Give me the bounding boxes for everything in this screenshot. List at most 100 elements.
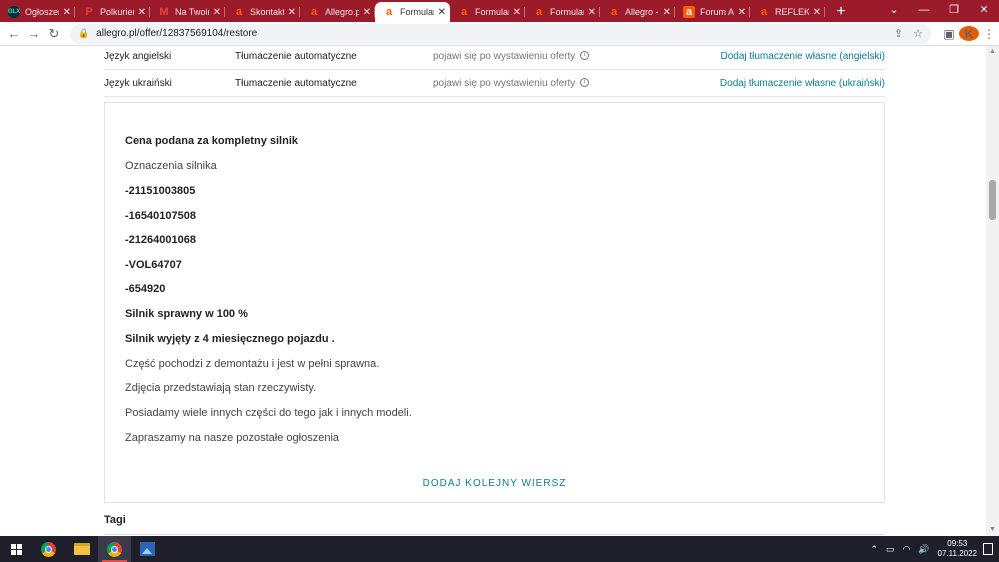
minimize-icon[interactable]: — <box>909 0 939 20</box>
allegro-forum-icon: a <box>683 6 695 18</box>
close-tab-icon[interactable]: ✕ <box>813 7 821 18</box>
olx-icon: OLX <box>8 6 20 18</box>
battery-icon[interactable]: ▭ <box>886 544 895 555</box>
add-row-button[interactable]: DODAJ KOLEJNY WIERSZ <box>105 478 884 489</box>
close-tab-icon[interactable]: ✕ <box>738 7 746 18</box>
clock-time: 09:53 <box>947 539 968 548</box>
description-line[interactable]: Zapraszamy na nasze pozostałe ogłoszenia <box>125 432 339 444</box>
sidebar-icon[interactable]: ▣ <box>939 27 959 41</box>
description-line[interactable]: Część pochodzi z demontażu i jest w pełn… <box>125 358 379 370</box>
description-line[interactable]: -654920 <box>125 283 165 295</box>
browser-tab[interactable]: M Na Twoim ✕ <box>150 2 225 22</box>
windows-logo-icon <box>10 543 22 555</box>
info-icon[interactable]: i <box>580 78 590 88</box>
description-line[interactable]: -VOL64707 <box>125 259 182 271</box>
description-line[interactable]: Oznaczenia silnika <box>125 160 217 172</box>
taskbar-chrome-profile[interactable] <box>98 536 131 562</box>
volume-icon[interactable]: 🔊 <box>918 544 929 555</box>
browser-tab[interactable]: a Skontakt ✕ <box>225 2 300 22</box>
description-line[interactable]: Silnik wyjęty z 4 miesięcznego pojazdu . <box>125 333 335 345</box>
description-line[interactable]: Zdjęcia przedstawiają stan rzeczywisty. <box>125 382 316 394</box>
translation-type: Tłumaczenie automatyczne <box>235 77 357 89</box>
forward-icon[interactable]: → <box>24 26 44 41</box>
address-bar[interactable]: 🔒 allegro.pl/offer/12837569104/restore ⇪… <box>69 23 932 44</box>
lock-icon[interactable]: 🔒 <box>78 28 89 39</box>
browser-tab[interactable]: a Formular ✕ <box>375 2 450 22</box>
system-tray: ⌃ ▭ ◠ 🔊 09:53 07.11.2022 <box>866 539 999 559</box>
translation-row: Język ukraiński Tłumaczenie automatyczne… <box>104 70 885 97</box>
close-tab-icon[interactable]: ✕ <box>663 7 671 18</box>
taskbar-photos[interactable] <box>131 536 164 562</box>
translation-info: pojawi się po wystawieniu oferty i <box>433 78 633 89</box>
add-translation-link[interactable]: Dodaj tłumaczenie własne (ukraiński) <box>633 78 885 89</box>
description-line[interactable]: Posiadamy wiele innych części do tego ja… <box>125 407 412 419</box>
browser-tab[interactable]: a Formular ✕ <box>450 2 525 22</box>
allegro-icon: a <box>310 6 318 18</box>
browser-tab[interactable]: a Allegro - ✕ <box>600 2 675 22</box>
allegro-icon: a <box>235 6 243 18</box>
page-content: Język angielski Tłumaczenie automatyczne… <box>0 46 986 536</box>
close-tab-icon[interactable]: ✕ <box>513 7 521 18</box>
back-icon[interactable]: ← <box>4 26 24 41</box>
close-tab-icon[interactable]: ✕ <box>138 7 146 18</box>
allegro-icon: a <box>385 6 393 18</box>
menu-icon[interactable]: ⋮ <box>979 27 999 41</box>
tags-heading: Tagi <box>104 514 126 526</box>
browser-tab[interactable]: a Allegro.pl ✕ <box>300 2 375 22</box>
tab-title: Forum Al <box>700 7 734 17</box>
wifi-icon[interactable]: ◠ <box>902 544 910 555</box>
reload-icon[interactable]: ↻ <box>44 26 64 42</box>
chevron-up-icon[interactable]: ⌃ <box>870 544 878 555</box>
browser-tab[interactable]: a Formular ✕ <box>525 2 600 22</box>
url-text[interactable]: allegro.pl/offer/12837569104/restore <box>96 28 884 39</box>
browser-tab[interactable]: OLX Ogłoszeni ✕ <box>0 2 75 22</box>
browser-tab[interactable]: a Forum Al ✕ <box>675 2 750 22</box>
browser-tab[interactable]: a REFLEKTO ✕ <box>750 2 825 22</box>
start-button[interactable] <box>0 543 32 555</box>
description-line[interactable]: Cena podana za kompletny silnik <box>125 135 298 147</box>
description-line[interactable]: Silnik sprawny w 100 % <box>125 308 248 320</box>
description-line[interactable]: -21264001068 <box>125 234 196 246</box>
clock[interactable]: 09:53 07.11.2022 <box>938 539 977 559</box>
restore-icon[interactable]: ❐ <box>939 0 969 20</box>
close-tab-icon[interactable]: ✕ <box>588 7 596 18</box>
new-tab-plus-icon[interactable]: + <box>829 2 853 22</box>
translation-language: Język ukraiński <box>104 77 172 89</box>
close-tab-icon[interactable]: ✕ <box>363 7 371 18</box>
chevron-down-icon[interactable]: ⌄ <box>879 0 909 20</box>
avatar[interactable]: K <box>959 26 980 41</box>
description-line[interactable]: -21151003805 <box>125 185 195 197</box>
tags-divider <box>104 534 885 535</box>
close-tab-icon[interactable]: ✕ <box>288 7 296 18</box>
tab-title: Ogłoszeni <box>25 7 59 17</box>
taskbar-chrome[interactable] <box>32 536 65 562</box>
tab-title: Allegro - <box>625 7 659 17</box>
tab-title: REFLEKTO <box>775 7 809 17</box>
allegro-icon: a <box>535 6 543 18</box>
translation-info-text: pojawi się po wystawieniu oferty <box>433 50 576 62</box>
add-translation-link[interactable]: Dodaj tłumaczenie własne (angielski) <box>633 51 885 62</box>
notification-icon[interactable] <box>983 543 993 555</box>
scroll-down-icon[interactable]: ▼ <box>986 524 999 536</box>
close-tab-icon[interactable]: ✕ <box>213 7 221 18</box>
close-tab-icon[interactable]: ✕ <box>438 7 446 18</box>
taskbar-explorer[interactable] <box>65 536 98 562</box>
close-window-icon[interactable]: ✕ <box>969 0 999 20</box>
close-tab-icon[interactable]: ✕ <box>63 7 71 18</box>
allegro-icon: a <box>610 6 618 18</box>
scroll-up-icon[interactable]: ▲ <box>986 46 999 58</box>
description-line[interactable]: -16540107508 <box>125 210 196 222</box>
translation-info: pojawi się po wystawieniu oferty i <box>433 51 633 62</box>
description-section[interactable]: Cena podana za kompletny silnik Oznaczen… <box>104 102 885 503</box>
info-icon[interactable]: i <box>580 51 590 61</box>
photos-icon <box>140 542 155 556</box>
chrome-icon <box>107 541 122 557</box>
share-icon[interactable]: ⇪ <box>894 27 903 40</box>
browser-tab[interactable]: P Polkurier ✕ <box>75 2 150 22</box>
tab-title: Formular <box>550 7 584 17</box>
browser-toolbar: ← → ↻ 🔒 allegro.pl/offer/12837569104/res… <box>0 22 999 46</box>
scrollbar-thumb[interactable] <box>989 180 996 220</box>
tab-title: Formular <box>475 7 509 17</box>
page-scrollbar[interactable]: ▲ ▼ <box>986 46 999 536</box>
bookmark-star-icon[interactable]: ☆ <box>913 27 923 40</box>
